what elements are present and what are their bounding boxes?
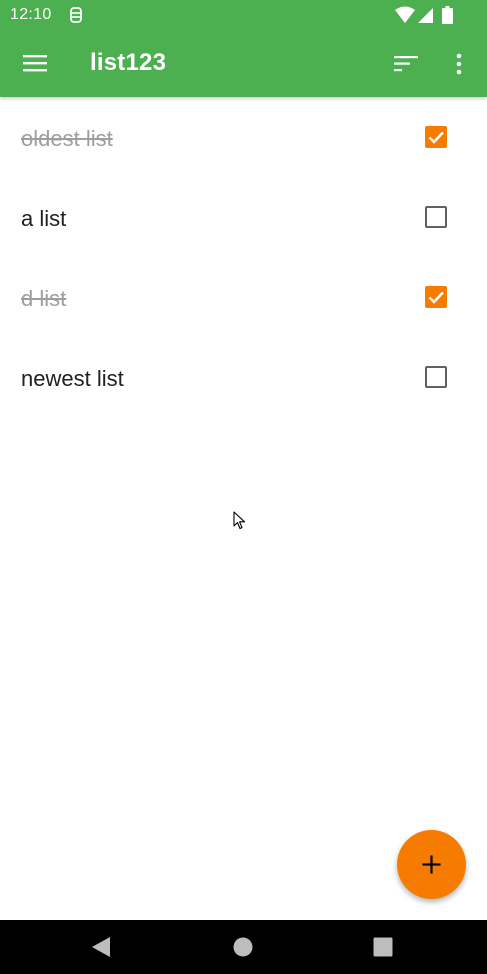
- notification-icon: [68, 6, 84, 24]
- recents-button[interactable]: [368, 932, 398, 962]
- status-time: 12:10: [10, 6, 52, 23]
- recents-icon: [373, 937, 393, 957]
- list-item-label: a list: [21, 206, 67, 231]
- menu-button[interactable]: [11, 40, 59, 88]
- checkbox-box: [425, 366, 447, 388]
- home-button[interactable]: [228, 932, 258, 962]
- app-bar: list123: [0, 31, 487, 97]
- checkmark-icon: [428, 291, 444, 304]
- back-button[interactable]: [86, 932, 116, 962]
- more-vert-icon: [456, 53, 462, 75]
- list-item-checkbox[interactable]: [412, 113, 460, 161]
- plus-icon: [422, 855, 441, 874]
- hamburger-menu-icon: [23, 55, 47, 72]
- checkmark-icon: [428, 131, 444, 144]
- add-list-button[interactable]: [397, 830, 466, 899]
- status-bar: 12:10: [0, 0, 487, 31]
- list-item[interactable]: oldest list: [0, 97, 487, 177]
- list-item-label: oldest list: [21, 126, 113, 151]
- battery-icon: [442, 6, 453, 24]
- list-item[interactable]: d list: [0, 257, 487, 337]
- list-item-checkbox[interactable]: [412, 273, 460, 321]
- sort-icon: [394, 56, 418, 72]
- wifi-icon: [395, 6, 415, 24]
- system-nav-bar: [0, 920, 487, 974]
- checkbox-box: [425, 206, 447, 228]
- back-icon: [92, 937, 110, 957]
- list-item-checkbox[interactable]: [412, 353, 460, 401]
- more-options-button[interactable]: [436, 40, 484, 88]
- checklist: oldest list a list d list newest list: [0, 97, 487, 417]
- list-item-label: d list: [21, 286, 67, 311]
- list-item[interactable]: newest list: [0, 337, 487, 417]
- sort-button[interactable]: [382, 40, 430, 88]
- page-title: list123: [90, 49, 167, 76]
- list-item-checkbox[interactable]: [412, 193, 460, 241]
- cell-signal-icon: [417, 6, 434, 24]
- list-item-label: newest list: [21, 366, 124, 391]
- home-icon: [233, 937, 253, 957]
- list-item[interactable]: a list: [0, 177, 487, 257]
- mouse-cursor-icon: [233, 511, 246, 530]
